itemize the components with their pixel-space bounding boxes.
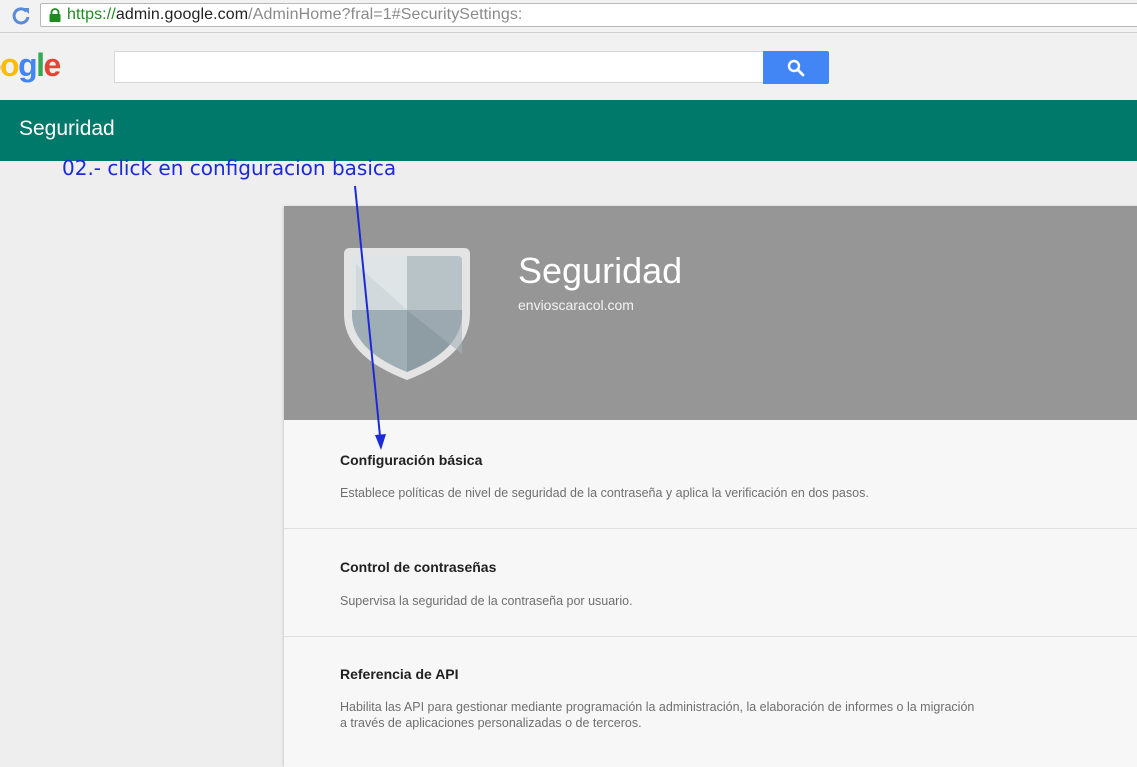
section-title: Control de contraseñas xyxy=(340,559,496,575)
google-bar: oogle xyxy=(0,33,1137,100)
search-icon xyxy=(787,59,805,77)
hero-domain: envioscaracol.com xyxy=(518,297,634,313)
search-input[interactable] xyxy=(115,52,763,82)
search-button[interactable] xyxy=(763,51,829,84)
section-api-reference[interactable]: Referencia de API Habilita las API para … xyxy=(284,637,1137,767)
logo-letter: l xyxy=(36,47,43,84)
url-host: admin.google.com xyxy=(116,6,248,23)
page-header: Seguridad xyxy=(0,100,1137,161)
shield-icon xyxy=(342,244,472,382)
security-card: Seguridad envioscaracol.com Configuració… xyxy=(284,206,1137,766)
google-logo[interactable]: oogle xyxy=(0,47,60,84)
section-title: Configuración básica xyxy=(340,452,482,468)
url-text: https://admin.google.com/AdminHome?fral=… xyxy=(67,5,522,25)
hero-title: Seguridad xyxy=(518,250,682,292)
section-title: Referencia de API xyxy=(340,666,459,682)
logo-letter: o xyxy=(0,47,18,84)
section-description: Supervisa la seguridad de la contraseña … xyxy=(340,593,980,609)
logo-letter: e xyxy=(44,47,60,84)
browser-toolbar: https://admin.google.com/AdminHome?fral=… xyxy=(0,0,1137,33)
section-description: Establece políticas de nivel de segurida… xyxy=(340,485,980,501)
url-path: /AdminHome?fral=1#SecuritySettings: xyxy=(248,6,522,23)
search-field[interactable] xyxy=(114,51,764,83)
lock-icon xyxy=(48,8,62,23)
section-password-control[interactable]: Control de contraseñas Supervisa la segu… xyxy=(284,529,1137,637)
section-basic-settings[interactable]: Configuración básica Establece políticas… xyxy=(284,421,1137,529)
page-title: Seguridad xyxy=(19,117,115,141)
logo-letter: g xyxy=(18,47,36,84)
section-description: Habilita las API para gestionar mediante… xyxy=(340,699,980,731)
security-hero: Seguridad envioscaracol.com xyxy=(284,206,1137,420)
reload-icon[interactable] xyxy=(10,5,32,27)
address-bar[interactable]: https://admin.google.com/AdminHome?fral=… xyxy=(40,3,1137,27)
url-scheme: https:// xyxy=(67,6,116,23)
annotation-text: 02.- click en configuracion basica xyxy=(62,156,396,180)
